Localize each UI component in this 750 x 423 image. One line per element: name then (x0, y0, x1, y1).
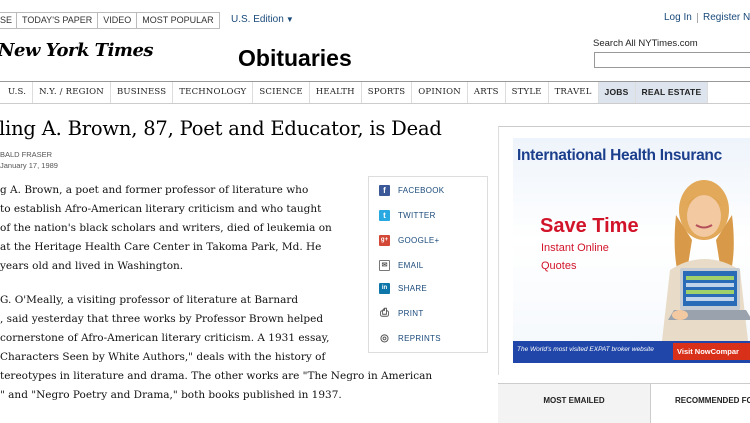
share-label: FACEBOOK (398, 186, 445, 195)
paragraph-line: " and "Negro Poetry and Drama," both boo… (0, 389, 342, 401)
share-label: REPRINTS (398, 334, 441, 343)
login-link[interactable]: Log In (664, 12, 692, 23)
nav-us[interactable]: U.S. (0, 82, 34, 103)
top-nav: SE TODAY'S PAPER VIDEO MOST POPULAR (0, 12, 220, 29)
share-email[interactable]: ✉ EMAIL (379, 260, 424, 271)
nav-opinion[interactable]: OPINION (412, 82, 468, 103)
tab-most-emailed[interactable]: MOST EMAILED (498, 384, 651, 423)
ad-title: International Health Insuranc (517, 147, 722, 164)
facebook-icon: f (379, 185, 390, 196)
edition-selector[interactable]: U.S. Edition ▼ (231, 14, 294, 25)
register-link[interactable]: Register N (703, 12, 750, 23)
tab-recommended[interactable]: RECOMMENDED FOR (651, 384, 750, 423)
paragraph-line: years old and lived in Washington. (0, 260, 184, 272)
google-plus-icon: g+ (379, 235, 390, 246)
divider (697, 13, 698, 23)
nav-jobs[interactable]: JOBS (598, 82, 636, 103)
top-nav-home[interactable]: SE (0, 12, 18, 29)
article-date: January 17, 1989 (0, 161, 58, 170)
nav-science[interactable]: SCIENCE (253, 82, 310, 103)
share-label: EMAIL (398, 261, 424, 270)
popular-tabs: MOST EMAILED RECOMMENDED FOR (498, 383, 750, 423)
search-label: Search All NYTimes.com (593, 38, 698, 49)
share-label: TWITTER (398, 211, 436, 220)
top-utility-bar: SE TODAY'S PAPER VIDEO MOST POPULAR U.S.… (0, 0, 750, 30)
woman-with-laptop-image (662, 180, 750, 341)
nav-sports[interactable]: SPORTS (362, 82, 413, 103)
top-nav-todays-paper[interactable]: TODAY'S PAPER (17, 12, 99, 29)
ad-tagline: The World's most visited EXPAT broker we… (517, 346, 654, 353)
ad-subline: Instant Online (541, 242, 609, 254)
edition-label: U.S. Edition (231, 14, 284, 25)
search-input[interactable] (594, 52, 750, 68)
top-nav-most-popular[interactable]: MOST POPULAR (137, 12, 220, 29)
paragraph-line: g A. Brown, a poet and former professor … (0, 184, 309, 196)
nav-ny-region[interactable]: N.Y. / REGION (33, 82, 111, 103)
ad-cta-button[interactable]: Visit NowCompar (673, 343, 750, 360)
nav-business[interactable]: BUSINESS (111, 82, 174, 103)
article-paragraph-1: g A. Brown, a poet and former professor … (0, 181, 332, 276)
health-insurance-ad[interactable]: International Health Insuranc Save Time … (513, 138, 750, 363)
share-label: GOOGLE+ (398, 236, 440, 245)
nyt-logo[interactable]: New York Times (0, 40, 154, 61)
nav-technology[interactable]: TECHNOLOGY (173, 82, 254, 103)
nav-real-estate[interactable]: REAL ESTATE (635, 82, 709, 103)
nav-travel[interactable]: TRAVEL (549, 82, 599, 103)
article-headline: ling A. Brown, 87, Poet and Educator, is… (0, 117, 442, 140)
share-reprints[interactable]: ◎ REPRINTS (379, 333, 441, 344)
paragraph-line: of the nation's black scholars and write… (0, 222, 332, 234)
section-nav: U.S. N.Y. / REGION BUSINESS TECHNOLOGY S… (0, 81, 750, 104)
nav-style[interactable]: STYLE (506, 82, 549, 103)
paragraph-line: to establish Afro-American literary crit… (0, 203, 322, 215)
byline: BALD FRASER (0, 150, 53, 159)
paragraph-line: at the Heritage Health Care Center in Ta… (0, 241, 322, 253)
share-linkedin[interactable]: in SHARE (379, 283, 427, 294)
top-nav-video[interactable]: VIDEO (98, 12, 138, 29)
ad-headline: Save Time (540, 215, 639, 237)
reprints-icon: ◎ (379, 333, 390, 344)
caret-down-icon: ▼ (285, 15, 294, 24)
ad-subline: Quotes (541, 260, 577, 272)
share-google-plus[interactable]: g+ GOOGLE+ (379, 235, 439, 246)
share-print[interactable]: ⎙ PRINT (379, 308, 424, 319)
nav-health[interactable]: HEALTH (310, 82, 362, 103)
linkedin-icon: in (379, 283, 390, 294)
section-title: Obituaries (238, 45, 352, 71)
share-facebook[interactable]: f FACEBOOK (379, 185, 444, 196)
share-label: SHARE (398, 284, 428, 293)
paragraph-line: tereotypes in literature and drama. The … (0, 370, 433, 382)
share-twitter[interactable]: t TWITTER (379, 210, 436, 221)
email-icon: ✉ (379, 260, 390, 271)
nav-arts[interactable]: ARTS (468, 82, 506, 103)
share-label: PRINT (398, 309, 424, 318)
share-tools: f FACEBOOK t TWITTER g+ GOOGLE+ ✉ EMAIL … (368, 176, 488, 353)
print-icon: ⎙ (379, 307, 390, 319)
twitter-icon: t (379, 210, 390, 221)
